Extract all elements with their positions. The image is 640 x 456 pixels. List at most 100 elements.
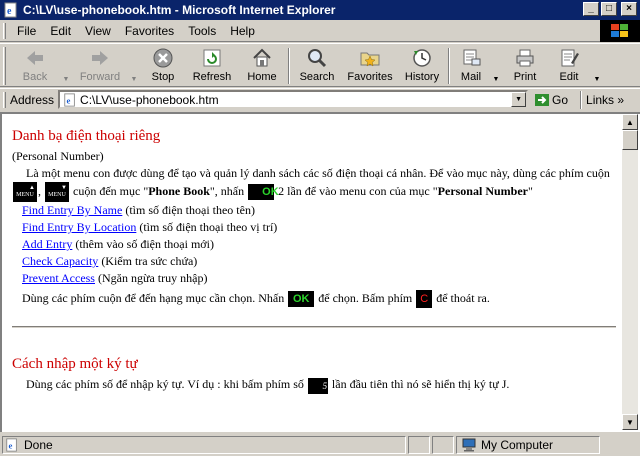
link-prevent-access[interactable]: Prevent Access [22, 271, 95, 285]
svg-text:e: e [7, 6, 12, 17]
stop-button[interactable]: Stop [140, 44, 186, 86]
scroll-down-key-icon: ▼ MENU [45, 182, 69, 202]
address-label: Address [10, 92, 55, 107]
search-label: Search [299, 71, 335, 83]
favorites-label: Favorites [347, 71, 393, 83]
arrow-up-icon: ▲ [626, 117, 634, 127]
address-bar: Address e ▼ Go Links » [0, 88, 640, 110]
zone-label: My Computer [481, 438, 554, 452]
status-text: Done [24, 438, 53, 452]
section-heading-input: Cách nhập một ký tự [12, 356, 138, 373]
computer-icon [462, 438, 476, 452]
home-button[interactable]: Home [238, 44, 286, 86]
status-pane-empty [432, 436, 454, 454]
go-arrow-icon [535, 93, 550, 106]
go-label: Go [552, 92, 569, 107]
address-box[interactable]: e ▼ [58, 90, 529, 109]
list-item: Prevent Access (Ngăn ngừa truy nhập) [22, 270, 616, 287]
printer-icon [516, 49, 534, 67]
arrow-down-icon: ▼ [626, 417, 634, 427]
number-5-key-icon: 5 JKL [307, 377, 328, 407]
menu-view[interactable]: View [78, 24, 118, 38]
svg-text:e: e [67, 95, 71, 105]
mail-button[interactable]: Mail [452, 44, 490, 86]
forward-label: Forward [79, 71, 121, 83]
intro-text: 2 lần để vào menu con của mục " [278, 183, 438, 198]
forward-arrow-icon [92, 51, 108, 65]
link-add-entry[interactable]: Add Entry [22, 237, 72, 251]
menu-bar: File Edit View Favorites Tools Help [0, 20, 640, 42]
edit-dropdown[interactable]: ▼ [590, 44, 604, 86]
menu-tools[interactable]: Tools [181, 24, 223, 38]
history-icon [413, 49, 431, 67]
title-bar: e C:\LV\use-phonebook.htm - Microsoft In… [0, 0, 640, 20]
vertical-scrollbar[interactable]: ▲ ▼ [622, 114, 638, 430]
address-grip[interactable] [3, 91, 6, 108]
favorites-button[interactable]: Favorites [342, 44, 398, 86]
history-button[interactable]: History [398, 44, 446, 86]
forward-dropdown[interactable]: ▼ [128, 44, 140, 86]
phone-book-term: Phone Book [148, 183, 210, 198]
link-description: (thêm vào số điện thoại mới) [75, 237, 214, 251]
list-item: Check Capacity (Kiểm tra sức chứa) [22, 253, 616, 270]
favorites-folder-icon [360, 52, 380, 67]
window-title: C:\LV\use-phonebook.htm - Microsoft Inte… [23, 3, 336, 17]
chevron-down-icon: ▼ [492, 76, 500, 83]
scroll-down-button[interactable]: ▼ [622, 414, 638, 430]
mail-dropdown[interactable]: ▼ [490, 44, 502, 86]
links-separator [580, 90, 583, 109]
refresh-icon [203, 49, 221, 67]
ie-page-icon: e [6, 438, 17, 452]
list-item: Add Entry (thêm vào số điện thoại mới) [22, 236, 616, 253]
maximize-button[interactable]: □ [601, 2, 617, 16]
edit-button[interactable]: Edit [548, 44, 590, 86]
section-divider [12, 326, 616, 329]
link-description: (Kiểm tra sức chứa) [101, 254, 198, 268]
links-button[interactable]: Links » [586, 93, 624, 107]
back-dropdown[interactable]: ▼ [60, 44, 72, 86]
refresh-button[interactable]: Refresh [186, 44, 238, 86]
outro-text: Dùng các phím cuộn để đến hạng mục cần c… [22, 291, 285, 305]
personal-number-term: Personal Number [437, 183, 528, 198]
history-label: History [404, 71, 440, 83]
menu-help[interactable]: Help [223, 24, 262, 38]
toolbar-grip[interactable] [3, 47, 6, 85]
input-text: lần đầu tiên thì nó sẽ hiển thị ký tự J. [331, 377, 510, 392]
link-check-capacity[interactable]: Check Capacity [22, 254, 98, 268]
menu-favorites[interactable]: Favorites [118, 24, 181, 38]
link-description: (tìm số điện thoại theo tên) [125, 203, 255, 217]
scroll-thumb[interactable] [622, 130, 638, 150]
edit-page-icon [561, 49, 579, 67]
search-button[interactable]: Search [292, 44, 342, 86]
page-viewport: Danh bạ điện thoại riêng (Personal Numbe… [0, 112, 640, 432]
mail-label: Mail [460, 71, 482, 83]
menu-grip[interactable] [3, 22, 6, 39]
close-button[interactable]: × [621, 2, 637, 16]
minimize-button[interactable]: _ [583, 2, 599, 16]
address-input[interactable] [80, 92, 501, 107]
go-button[interactable]: Go [534, 93, 568, 107]
search-icon [308, 49, 327, 68]
print-label: Print [513, 71, 537, 83]
stop-label: Stop [151, 71, 175, 83]
menu-edit[interactable]: Edit [43, 24, 78, 38]
standard-toolbar: Back ▼ Forward ▼ Stop Refresh Home Searc… [0, 43, 640, 87]
link-find-entry-by-name[interactable]: Find Entry By Name [22, 203, 122, 217]
address-dropdown-button[interactable]: ▼ [511, 92, 527, 107]
intro-text: Là một menu con được dùng để tạo và quản… [26, 166, 610, 180]
back-label: Back [22, 71, 48, 83]
toolbar-separator [448, 48, 450, 84]
scroll-up-button[interactable]: ▲ [622, 114, 638, 130]
back-button[interactable]: Back [10, 44, 60, 86]
links-label: Links [586, 92, 615, 107]
refresh-label: Refresh [192, 71, 232, 83]
print-button[interactable]: Print [502, 44, 548, 86]
list-item: Find Entry By Location (tìm số điện thoạ… [22, 219, 616, 236]
link-find-entry-by-location[interactable]: Find Entry By Location [22, 220, 136, 234]
menu-file[interactable]: File [10, 24, 43, 38]
edit-label: Edit [559, 71, 579, 83]
home-icon [253, 48, 271, 67]
toolbar-separator [288, 48, 290, 84]
intro-text: cuộn đến mục " [73, 183, 149, 198]
forward-button[interactable]: Forward [72, 44, 128, 86]
